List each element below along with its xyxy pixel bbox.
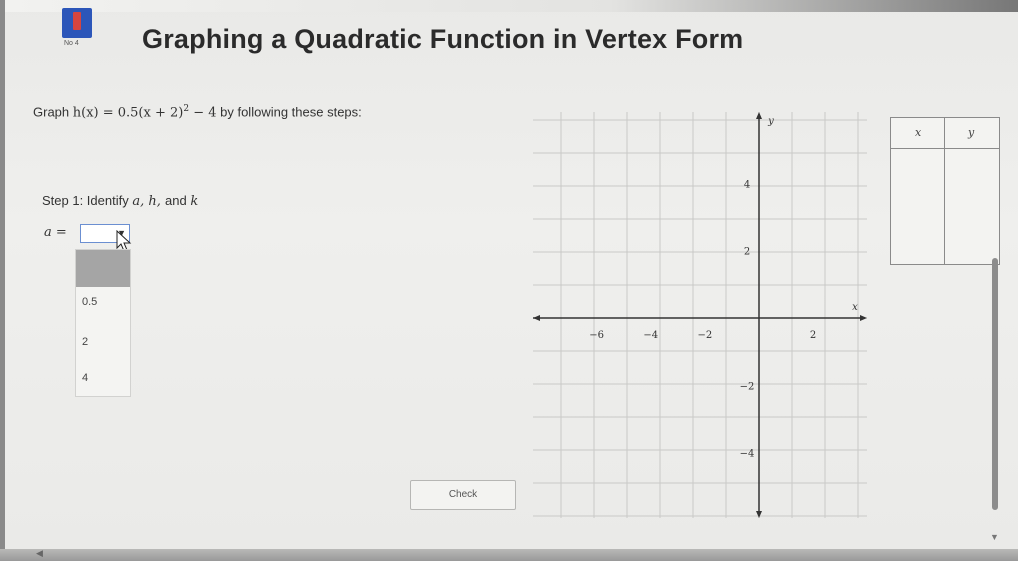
instructions-prefix: Graph [33,104,73,120]
instructions: Graph h(x) = 0.5(x + 2)2 − 4 by followin… [33,104,362,120]
function-constant: − 4 [189,105,217,121]
xy-table: x y [890,117,1000,265]
y-axis-label: y [767,116,774,127]
scroll-left-icon[interactable]: ◀ [36,548,43,559]
table-cell-x[interactable] [893,150,943,261]
axes [533,112,867,518]
x-axis-arrow-right-icon [860,315,867,321]
top-edge [0,0,1018,12]
left-edge [0,0,5,561]
step-k: k [190,194,199,209]
table-header [891,118,999,149]
grid-lines [533,112,867,518]
instructions-suffix: by following these steps: [216,104,362,120]
x-axis-arrow-left-icon [533,315,540,321]
y-axis-arrow-down-icon [756,511,762,518]
a-options-dropdown: 0.5 2 4 [75,249,131,397]
dropdown-highlighted-blank-option[interactable] [76,250,130,287]
check-button[interactable]: Check [410,480,516,510]
function-expression: h(x) = 0.5(x + 2) [72,105,184,121]
logo-caption: No 4 [64,40,79,47]
y-axis-arrow-up-icon [756,112,762,119]
coordinate-grid[interactable]: −6 −4 −2 2 4 2 −2 −4 x y [533,112,867,518]
x-tick-label: 2 [810,330,816,341]
step-vars: a, h, [132,194,165,209]
y-tick-label: −4 [740,449,755,460]
a-field-label: a = [44,225,67,240]
app-logo-icon [62,8,92,38]
tick-labels: −6 −4 −2 2 4 2 −2 −4 x y [589,116,858,460]
horizontal-scrollbar[interactable] [0,549,1018,561]
step-and: and [165,193,191,208]
page-title: Graphing a Quadratic Function in Vertex … [142,24,744,54]
y-tick-label: 4 [744,179,750,190]
vertical-scrollbar[interactable] [992,258,998,510]
table-cell-y[interactable] [947,150,997,261]
step-text: Step 1: Identify [42,193,133,208]
x-tick-label: −4 [643,330,658,341]
x-tick-label: −6 [589,330,604,341]
table-header-y: y [968,126,975,139]
scroll-down-icon[interactable]: ▼ [990,532,999,542]
table-divider [944,118,945,264]
app-window: No 4 Graphing a Quadratic Function in Ve… [0,0,1018,561]
dropdown-option-4[interactable]: 4 [82,372,88,384]
x-axis-label: x [852,302,858,313]
step-1-label: Step 1: Identify a, h, and k [42,193,198,209]
table-header-x: x [915,126,922,139]
dropdown-option-0.5[interactable]: 0.5 [82,296,97,308]
x-tick-label: −2 [698,330,713,341]
y-tick-label: 2 [744,247,750,258]
dropdown-option-2[interactable]: 2 [82,336,88,348]
y-tick-label: −2 [740,381,755,392]
